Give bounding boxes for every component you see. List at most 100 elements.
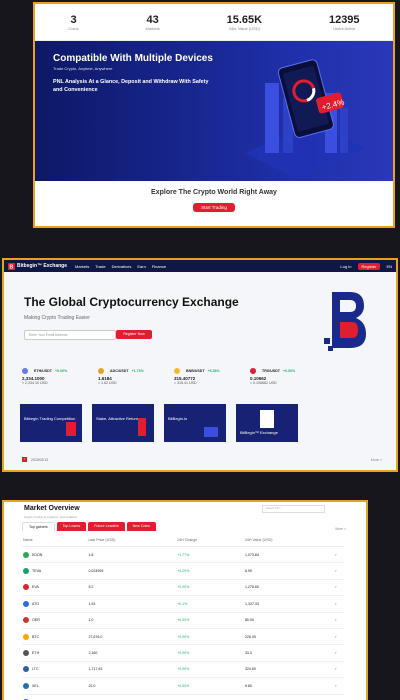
- nav-trade[interactable]: Trade: [95, 264, 105, 269]
- table-row[interactable]: OER 1.0 +0.00% 80.00 ›: [22, 612, 344, 629]
- change-24h: +0.00%: [176, 612, 244, 629]
- market-table: Name Last Price (USD) 24H Change 24H Val…: [22, 534, 344, 700]
- tab-future-leaders[interactable]: Future Leaders: [88, 522, 125, 531]
- big-b-logo: [324, 292, 366, 351]
- promo-card-bitbegin[interactable]: BitBegin.io: [164, 404, 226, 442]
- row-arrow-icon[interactable]: ›: [334, 579, 344, 597]
- table-row[interactable]: TEVA 0.024959 +4.29% 6.99 ›: [22, 562, 344, 580]
- market-subtitle: Crypto market at a glance, last updated: [24, 515, 77, 519]
- last-price: 82.0: [87, 694, 177, 700]
- row-arrow-icon[interactable]: ›: [334, 644, 344, 662]
- market-more-link[interactable]: More >: [335, 527, 346, 531]
- hero-description: PNL Analysis At a Glance, Deposit and Wi…: [53, 79, 209, 93]
- svg-text:B: B: [9, 264, 13, 269]
- change-24h: +0.00%: [176, 677, 244, 695]
- stat-24hr-value: 15.65K 24hr Value (USD): [226, 13, 263, 31]
- coin-name: ETH: [32, 650, 40, 655]
- stat-coins: 3 Coins: [68, 13, 79, 31]
- coin-icon: [23, 633, 29, 640]
- last-price: 1.0: [87, 612, 177, 629]
- explore-text: Explore The Crypto World Right Away: [151, 189, 277, 196]
- email-input[interactable]: Enter Your Email Address: [24, 330, 116, 340]
- tab-top-losers[interactable]: Top Losers: [56, 522, 87, 531]
- market-tabs: Top gainers Top Losers Future Leaders Ne…: [22, 522, 156, 531]
- coin-icon: [23, 584, 29, 591]
- ticker-row: ETH/USDT +0.00% 2,334.1000 ≈ 2,334.10 USD A…: [22, 368, 310, 385]
- explore-section: Explore The Crypto World Right Away Star…: [35, 181, 393, 214]
- col-name: Name: [22, 534, 88, 547]
- table-row[interactable]: BTC 27,676.0 +0.00% 226.05 ›: [22, 628, 344, 646]
- last-price: 1.93: [87, 595, 177, 613]
- brand-logo[interactable]: B Bitbegin™ Exchange: [8, 262, 67, 270]
- ticker-eth[interactable]: ETH/USDT +0.00% 2,334.1000 ≈ 2,334.10 USD: [22, 368, 82, 385]
- tab-new-coins[interactable]: New Coins: [126, 522, 156, 531]
- device-illustration: +2.4%: [245, 59, 365, 178]
- ticker-bnb[interactable]: BNB/USDT +6.36% 315.40772 ≈ 315.41 USD: [174, 368, 234, 385]
- table-row[interactable]: XEL 22.0 +0.00% 6.80 ›: [22, 677, 344, 695]
- register-now-button[interactable]: Register Now: [116, 330, 152, 339]
- change-24h: +4.29%: [176, 562, 244, 580]
- row-arrow-icon[interactable]: ›: [334, 546, 344, 564]
- table-row[interactable]: ETH 2,160 +0.00% 33.3 ›: [22, 644, 344, 662]
- more-link[interactable]: More >: [371, 458, 382, 462]
- value-24h: 33.3: [243, 644, 335, 662]
- coin-search-input[interactable]: Search Coin: [262, 505, 325, 513]
- login-link[interactable]: Log In: [340, 264, 351, 269]
- ticker-adc[interactable]: ADC/USDT +1.73% 1.6184 ≈ 1.62 USD: [98, 368, 158, 385]
- change-24h: +1.77%: [176, 546, 244, 564]
- panel-app-promo: 3 Coins 43 Markets 15.65K 24hr Value (USD) …: [33, 2, 395, 228]
- value-24h: 80.00: [243, 612, 335, 629]
- coin-icon: [23, 682, 29, 689]
- coin-name: OER: [32, 618, 40, 623]
- row-arrow-icon[interactable]: ›: [334, 677, 344, 695]
- col-last-price: Last Price (USD): [87, 534, 177, 547]
- hero-title: Compatible With Multiple Devices: [53, 53, 213, 64]
- stat-users-active: 12395 Users Active: [328, 13, 360, 31]
- row-arrow-icon[interactable]: ›: [334, 661, 344, 679]
- register-nav-button[interactable]: Register: [357, 262, 381, 270]
- change-24h: +0.00%: [176, 579, 244, 597]
- row-arrow-icon[interactable]: ›: [334, 612, 344, 629]
- last-price: 2,160: [87, 644, 177, 662]
- nav-earn[interactable]: Earn: [137, 264, 145, 269]
- last-price: 22.0: [87, 677, 177, 695]
- table-row[interactable]: KDON 1.8 +1.77% 1,073.84 ›: [22, 546, 344, 564]
- row-arrow-icon[interactable]: ›: [334, 595, 344, 613]
- language-select[interactable]: EN: [386, 264, 392, 269]
- table-row[interactable]: LTC 1,717.63 +0.00% 324.60 ›: [22, 661, 344, 679]
- coin-icon: [23, 617, 29, 624]
- value-24h: 6.80: [243, 677, 335, 695]
- nav-markets[interactable]: Markets: [75, 264, 89, 269]
- row-arrow-icon[interactable]: ›: [334, 694, 344, 700]
- table-row[interactable]: ATO 1.93 +0.1% 1,337.33 ›: [22, 595, 344, 613]
- coin-name: EVA: [32, 585, 39, 590]
- nav-right: Log In Register EN: [340, 262, 392, 270]
- tab-top-gainers[interactable]: Top gainers: [22, 522, 55, 531]
- col-action: [334, 534, 344, 547]
- last-price: 1.8: [87, 546, 177, 564]
- last-price: 27,676.0: [87, 628, 177, 646]
- stat-markets: 43 Markets: [145, 13, 160, 31]
- promo-card-stake[interactable]: Stake, Attractive Return: [92, 404, 154, 442]
- value-24h: 226.05: [243, 628, 335, 646]
- table-row[interactable]: EVA 5.2 +0.00% 1,276.60 ›: [22, 579, 344, 597]
- pager-prev-icon[interactable]: ‹: [22, 457, 27, 462]
- col-24h-value: 24H Value (USD): [243, 534, 335, 547]
- coin-name: XEL: [32, 683, 39, 688]
- coin-icon: [23, 568, 29, 575]
- start-trading-button[interactable]: Start Trading: [193, 203, 235, 212]
- coin-name: TEVA: [32, 569, 42, 574]
- coin-name: BTC: [32, 634, 40, 639]
- ticker-trx[interactable]: TRX/USDT +0.00% 0.10662 ≈ 0.106662 USD: [250, 368, 310, 385]
- panel-market-overview: Market Overview Crypto market at a glanc…: [2, 500, 368, 700]
- promo-card-exchange[interactable]: BitBegin™ Exchange: [236, 404, 298, 442]
- coin-icon: [23, 551, 29, 558]
- row-arrow-icon[interactable]: ›: [334, 562, 344, 580]
- row-arrow-icon[interactable]: ›: [334, 628, 344, 646]
- nav-derivatives[interactable]: Derivatives: [112, 264, 132, 269]
- nav-finance[interactable]: Finance: [152, 264, 166, 269]
- value-24h: 1.40: [243, 694, 335, 700]
- promo-card-competition[interactable]: Bitbegin Trading Competition: [20, 404, 82, 442]
- table-row[interactable]: SC82.0+0.00%1.40›: [22, 694, 344, 700]
- coin-name: KDON: [32, 552, 43, 557]
